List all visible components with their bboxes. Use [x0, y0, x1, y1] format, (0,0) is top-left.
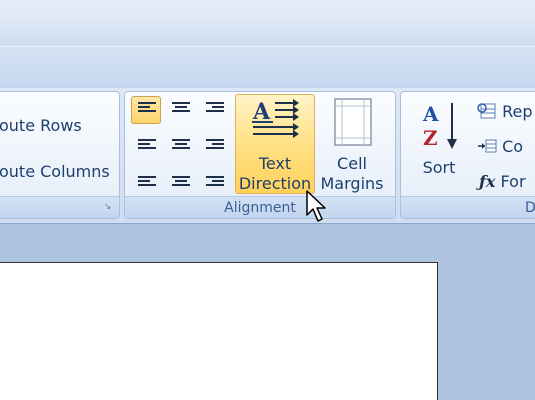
- formula-icon: ƒx: [479, 172, 496, 191]
- svg-text:A: A: [422, 102, 439, 126]
- distribute-rows-button[interactable]: oute Rows: [0, 116, 82, 135]
- align-bottom-center-icon: [172, 176, 190, 186]
- align-bottom-left-button[interactable]: [131, 166, 161, 194]
- ribbon-tab-strip: [0, 46, 535, 88]
- cell-size-group-footer: ↘: [0, 196, 119, 218]
- align-top-right-button[interactable]: [199, 96, 229, 124]
- align-bottom-right-button[interactable]: [199, 166, 229, 194]
- align-center-right-button[interactable]: [199, 131, 229, 159]
- data-group-footer: D: [401, 196, 535, 218]
- document-page[interactable]: [0, 262, 438, 400]
- cell-margins-button[interactable]: Cell Margins: [315, 94, 389, 194]
- alignment-group-label: Alignment: [224, 200, 296, 216]
- repeat-header-rows-button[interactable]: Rep: [477, 102, 533, 121]
- sort-az-icon: A Z: [422, 102, 457, 150]
- data-group: A Z Sort Rep Co ƒx For D: [400, 91, 535, 219]
- align-bottom-left-icon: [138, 176, 156, 186]
- distribute-columns-button[interactable]: oute Columns: [0, 162, 110, 181]
- cell-margins-label-line1: Cell: [337, 154, 367, 173]
- align-bottom-center-button[interactable]: [165, 166, 195, 194]
- align-top-left-button[interactable]: [131, 96, 161, 124]
- align-top-left-icon: [138, 102, 156, 112]
- cell-size-group: oute Rows oute Columns ↘: [0, 91, 120, 219]
- align-center-left-button[interactable]: [131, 131, 161, 159]
- title-bar: [0, 0, 535, 46]
- sort-button[interactable]: A Z Sort: [413, 94, 465, 194]
- text-direction-icon: A: [252, 99, 299, 138]
- data-group-label: D: [525, 200, 535, 216]
- align-center-icon: [172, 139, 190, 149]
- dialog-launcher-icon[interactable]: ↘: [102, 202, 113, 213]
- repeat-header-rows-label: Rep: [502, 102, 533, 121]
- alignment-group-footer: Alignment: [125, 196, 395, 218]
- align-center-left-icon: [138, 139, 156, 149]
- sort-label: Sort: [422, 158, 456, 177]
- align-top-right-icon: [206, 102, 224, 112]
- formula-label: For: [500, 172, 526, 191]
- align-top-center-icon: [172, 102, 190, 112]
- alignment-group: A Text Direction Cell Margins Alignment: [124, 91, 396, 219]
- ribbon: oute Rows oute Columns ↘ A Text Directio…: [0, 88, 535, 224]
- convert-to-text-icon: [478, 139, 497, 153]
- text-direction-label-line1: Text: [258, 154, 292, 173]
- mouse-cursor-icon: [306, 190, 326, 222]
- cell-margins-icon: [334, 98, 372, 146]
- align-bottom-right-icon: [206, 176, 224, 186]
- svg-text:Z: Z: [423, 126, 438, 150]
- repeat-header-rows-icon: [477, 103, 496, 119]
- align-center-button[interactable]: [165, 131, 195, 159]
- text-direction-label-line2: Direction: [238, 174, 312, 193]
- align-top-center-button[interactable]: [165, 96, 195, 124]
- formula-button[interactable]: ƒx For: [479, 172, 526, 191]
- convert-to-text-button[interactable]: Co: [477, 137, 523, 156]
- text-direction-button[interactable]: A Text Direction: [235, 94, 315, 194]
- align-center-right-icon: [206, 139, 224, 149]
- convert-to-text-label: Co: [502, 137, 524, 156]
